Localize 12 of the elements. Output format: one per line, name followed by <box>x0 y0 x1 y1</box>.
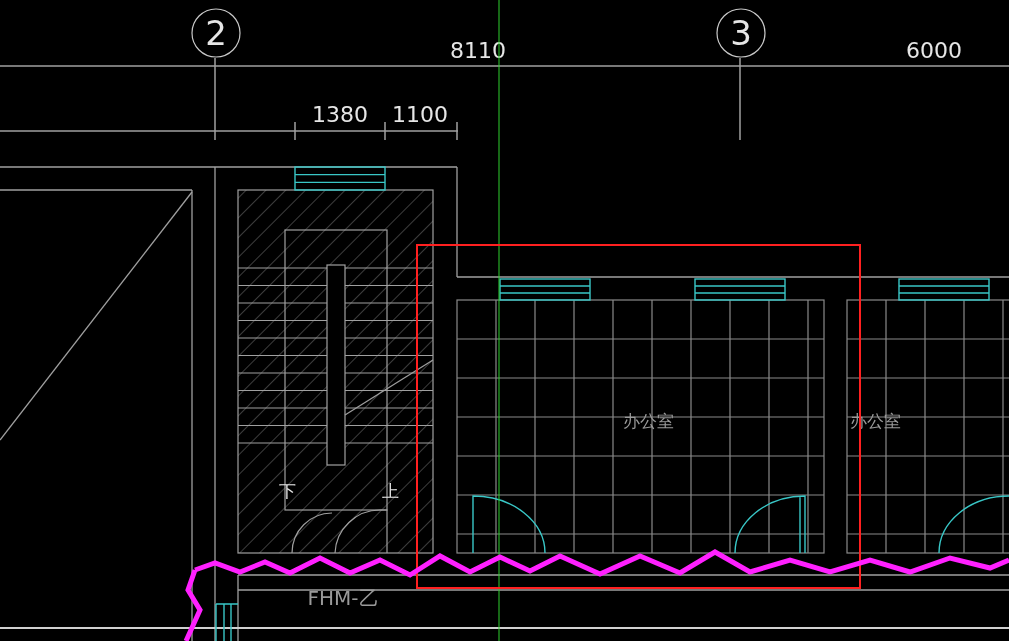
dimension-label: 6000 <box>906 38 962 63</box>
axis-label: 2 <box>205 13 227 53</box>
dimension-label: 8110 <box>450 38 506 63</box>
axis-label: 3 <box>730 13 752 53</box>
door-label: FHM-乙 <box>307 586 379 610</box>
room-label: 办公室 <box>622 411 674 431</box>
dimension-label: 1100 <box>392 102 448 127</box>
stair-direction-label: 下 <box>278 481 296 501</box>
axis-bubble <box>191 8 241 58</box>
stair-direction-label: 上 <box>381 481 399 501</box>
dimension-label: 1380 <box>312 102 368 127</box>
axis-bubble <box>716 8 766 58</box>
